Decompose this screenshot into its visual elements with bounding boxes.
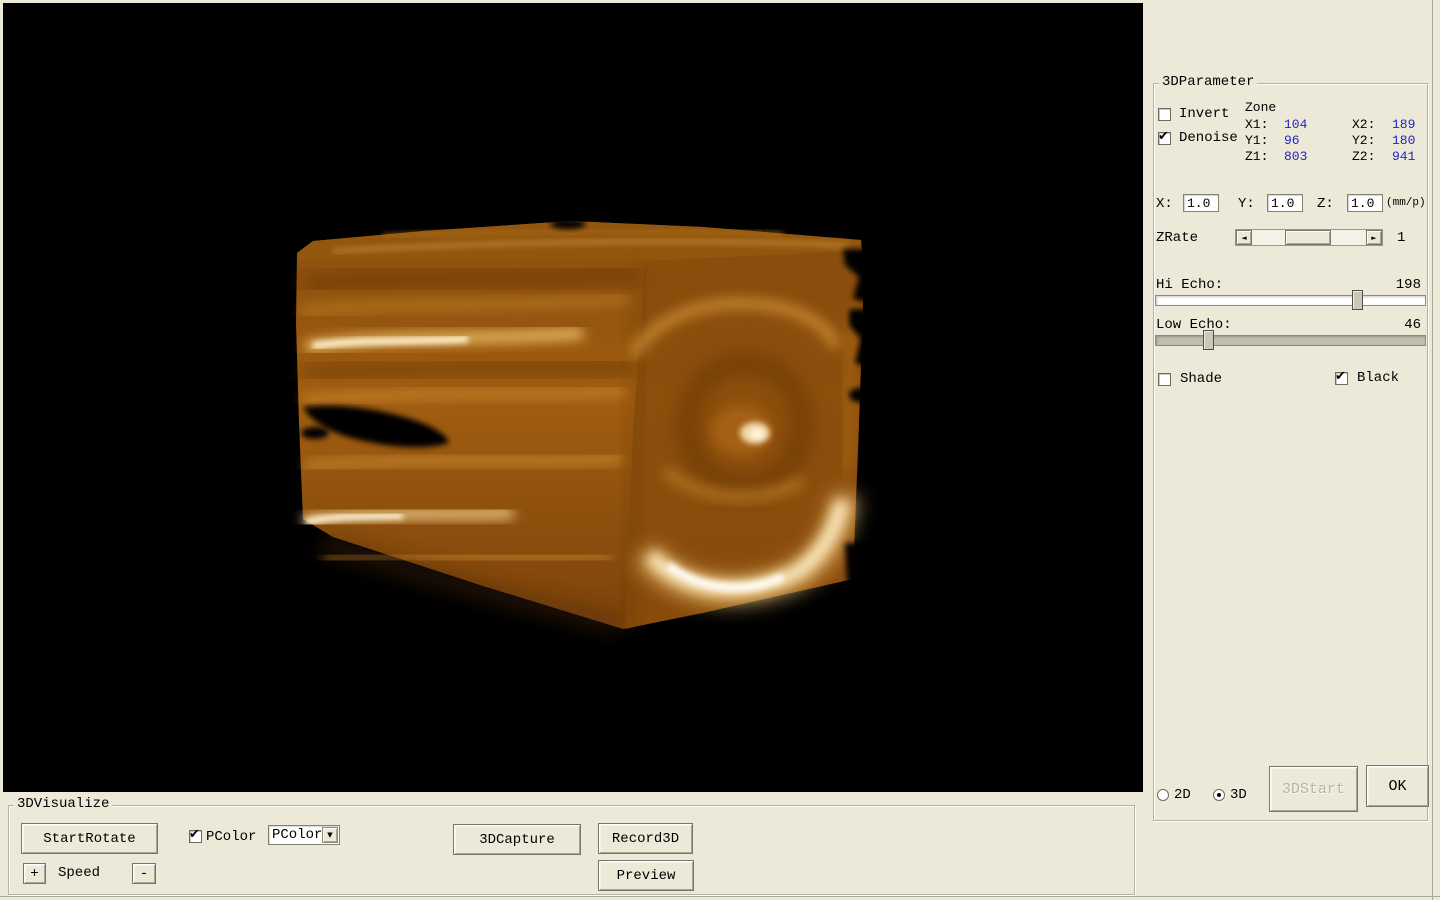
speed-label: Speed (58, 865, 100, 881)
zone-row-label: X2: (1352, 117, 1375, 133)
low-echo-slider[interactable] (1155, 335, 1426, 346)
mode-3d-radio[interactable] (1213, 789, 1225, 801)
zone-row-value: 180 (1392, 133, 1415, 149)
shade-checkbox[interactable]: ✔ (1158, 373, 1171, 386)
zone-row-value: 189 (1392, 117, 1415, 133)
zone-title: Zone (1245, 100, 1276, 116)
check-icon: ✔ (189, 827, 200, 842)
z-scale-label: Z: (1317, 196, 1334, 212)
zrate-scrollbar-thumb[interactable] (1285, 230, 1331, 245)
check-icon: ✔ (1158, 129, 1169, 144)
zone-row-value: 96 (1284, 133, 1300, 149)
preview-button[interactable]: Preview (598, 860, 694, 891)
zone-row-label: Y1: (1245, 133, 1268, 149)
pcolor-label: PColor (206, 829, 256, 845)
3d-viewport[interactable] (3, 3, 1143, 792)
mode-2d-radio[interactable] (1157, 789, 1169, 801)
window-border (0, 896, 1440, 897)
black-label: Black (1357, 370, 1399, 386)
group-title: 3DParameter (1159, 75, 1257, 90)
application-window: 3DParameter ✔ Invert ✔ Denoise Zone X1: … (0, 0, 1440, 900)
start-rotate-button[interactable]: StartRotate (21, 823, 158, 854)
zone-row-label: Z1: (1245, 149, 1268, 165)
zone-row-label: Z2: (1352, 149, 1375, 165)
window-border (1432, 0, 1433, 900)
z-scale-input[interactable] (1347, 194, 1383, 212)
radio-dot-icon (1217, 793, 1221, 797)
low-echo-slider-thumb[interactable] (1203, 330, 1214, 350)
ok-button[interactable]: OK (1366, 765, 1429, 807)
record3d-button[interactable]: Record3D (598, 823, 693, 854)
scale-unit-label: (mm/p) (1386, 195, 1426, 211)
zrate-scrollbar[interactable]: ◄ ► (1235, 229, 1383, 246)
invert-checkbox[interactable]: ✔ (1158, 108, 1171, 121)
check-icon: ✔ (1335, 369, 1346, 384)
ultrasound-3d-volume (3, 3, 1143, 792)
zone-row-value: 104 (1284, 117, 1307, 133)
zrate-label: ZRate (1156, 230, 1198, 246)
shade-label: Shade (1180, 371, 1222, 387)
hi-echo-slider-thumb[interactable] (1352, 290, 1363, 310)
group-title: 3DVisualize (14, 797, 112, 812)
low-echo-label: Low Echo: (1156, 317, 1232, 333)
invert-label: Invert (1179, 106, 1229, 122)
zone-row-label: Y2: (1352, 133, 1375, 149)
right-panel: 3DParameter ✔ Invert ✔ Denoise Zone X1: … (1146, 0, 1440, 900)
hi-echo-slider[interactable] (1155, 295, 1426, 306)
3dstart-button[interactable]: 3DStart (1269, 766, 1358, 812)
y-scale-label: Y: (1238, 196, 1255, 212)
3d-visualize-group: 3DVisualize StartRotate ✔ PColor PColor … (8, 805, 1135, 895)
3d-parameter-group: 3DParameter ✔ Invert ✔ Denoise Zone X1: … (1153, 83, 1428, 821)
zone-row-label: X1: (1245, 117, 1268, 133)
mode-2d-label: 2D (1174, 787, 1191, 803)
speed-minus-button[interactable]: - (132, 863, 156, 884)
x-scale-label: X: (1156, 196, 1173, 212)
pcolor-dropdown[interactable]: PColor ▼ (268, 825, 340, 845)
hi-echo-label: Hi Echo: (1156, 277, 1223, 293)
zrate-value: 1 (1397, 230, 1405, 246)
y-scale-input[interactable] (1267, 194, 1303, 212)
denoise-label: Denoise (1179, 130, 1238, 146)
pcolor-dropdown-value: PColor (272, 827, 322, 843)
zone-row-value: 941 (1392, 149, 1415, 165)
chevron-down-icon[interactable]: ▼ (322, 827, 338, 843)
black-checkbox[interactable]: ✔ (1335, 372, 1348, 385)
scroll-left-arrow-icon[interactable]: ◄ (1236, 230, 1252, 245)
mode-3d-label: 3D (1230, 787, 1247, 803)
hi-echo-value: 198 (1354, 277, 1421, 293)
speed-plus-button[interactable]: + (23, 863, 46, 884)
denoise-checkbox[interactable]: ✔ (1158, 132, 1171, 145)
zone-row-value: 803 (1284, 149, 1307, 165)
pcolor-checkbox[interactable]: ✔ (189, 830, 202, 843)
3dcapture-button[interactable]: 3DCapture (453, 824, 581, 855)
low-echo-value: 46 (1354, 317, 1421, 333)
x-scale-input[interactable] (1183, 194, 1219, 212)
scroll-right-arrow-icon[interactable]: ► (1366, 230, 1382, 245)
